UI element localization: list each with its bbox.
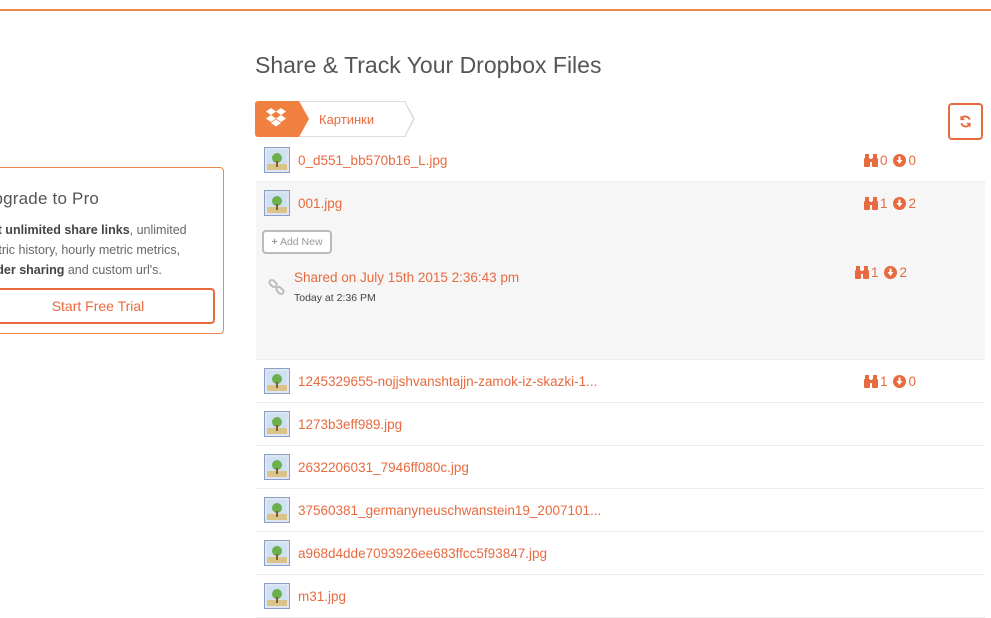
refresh-button[interactable] xyxy=(948,103,983,140)
breadcrumb-item-current[interactable]: Картинки xyxy=(297,101,406,137)
download-icon xyxy=(893,154,907,167)
image-file-icon xyxy=(264,454,290,480)
share-link-stats: 12 xyxy=(854,265,913,281)
binoculars-icon xyxy=(863,154,878,167)
file-row[interactable]: 2632206031_7946ff080c.jpg xyxy=(256,446,985,489)
image-file-icon xyxy=(264,190,290,216)
file-name-link[interactable]: 2632206031_7946ff080c.jpg xyxy=(298,446,469,489)
add-new-share-button[interactable]: + Add New xyxy=(262,230,332,254)
download-count: 0 xyxy=(908,153,916,168)
share-link-title[interactable]: Shared on July 15th 2015 2:36:43 pm xyxy=(294,270,519,285)
download-count: 2 xyxy=(908,196,916,211)
image-file-icon xyxy=(264,497,290,523)
breadcrumb-current-label: Картинки xyxy=(319,112,375,127)
start-free-trial-button[interactable]: Start Free Trial xyxy=(0,288,215,324)
binoculars-icon xyxy=(863,197,878,210)
file-name-link[interactable]: 001.jpg xyxy=(298,182,342,225)
image-file-icon xyxy=(264,147,290,173)
file-row[interactable]: a968d4dde7093926ee683ffcc5f93847.jpg xyxy=(256,532,985,575)
link-icon xyxy=(268,278,285,296)
breadcrumb-separator-inner xyxy=(404,102,413,136)
view-count: 1 xyxy=(879,196,888,211)
share-links-panel: + Add New Shared on July 15th 2015 2:36:… xyxy=(256,225,985,360)
file-stats: 10 xyxy=(863,360,922,403)
upgrade-feature-share-links: Get unlimited share links xyxy=(0,223,130,237)
view-count: 0 xyxy=(879,153,888,168)
download-count: 2 xyxy=(899,265,907,280)
top-bar xyxy=(0,0,991,11)
view-count: 1 xyxy=(879,374,888,389)
file-list: 0_d551_bb570b16_L.jpg 00 001.jpg 12 + Ad… xyxy=(256,139,985,618)
file-name-link[interactable]: 37560381_germanyneuschwanstein19_2007101… xyxy=(298,489,601,532)
file-name-link[interactable]: a968d4dde7093926ee683ffcc5f93847.jpg xyxy=(298,532,547,575)
file-name-link[interactable]: 1273b3eff989.jpg xyxy=(298,403,402,446)
file-row[interactable]: m31.jpg xyxy=(256,575,985,618)
file-row[interactable]: 1245329655-nojjshvanshtajjn-zamok-iz-ska… xyxy=(256,360,985,403)
binoculars-icon xyxy=(854,266,869,279)
file-stats: 12 xyxy=(863,182,922,225)
binoculars-icon xyxy=(863,375,878,388)
upgrade-feature-folder-sharing: folder sharing xyxy=(0,263,65,277)
image-file-icon xyxy=(264,368,290,394)
image-file-icon xyxy=(264,411,290,437)
refresh-icon xyxy=(960,115,971,128)
download-count: 0 xyxy=(908,374,916,389)
download-icon xyxy=(884,266,898,279)
download-icon xyxy=(893,197,907,210)
upgrade-card: Upgrade to Pro Get unlimited share links… xyxy=(0,167,224,334)
file-row[interactable]: 0_d551_bb570b16_L.jpg 00 xyxy=(256,139,985,182)
page-title: Share & Track Your Dropbox Files xyxy=(255,52,602,78)
file-name-link[interactable]: m31.jpg xyxy=(298,575,346,618)
share-link-time: Today at 2:36 PM xyxy=(294,292,376,304)
plus-icon: + xyxy=(271,236,278,248)
file-name-link[interactable]: 1245329655-nojjshvanshtajjn-zamok-iz-ska… xyxy=(298,360,597,403)
file-stats: 00 xyxy=(863,139,922,182)
dropbox-icon xyxy=(266,108,286,127)
image-file-icon xyxy=(264,583,290,609)
file-row[interactable]: 1273b3eff989.jpg xyxy=(256,403,985,446)
file-row-expanded[interactable]: 001.jpg 12 xyxy=(256,182,985,225)
upgrade-description: Get unlimited share links, unlimited met… xyxy=(0,220,221,280)
view-count: 1 xyxy=(870,265,879,280)
file-row[interactable]: 37560381_germanyneuschwanstein19_2007101… xyxy=(256,489,985,532)
breadcrumb-home-arrow xyxy=(299,101,309,137)
upgrade-title: Upgrade to Pro xyxy=(0,189,100,208)
breadcrumb-home[interactable] xyxy=(255,101,299,137)
image-file-icon xyxy=(264,540,290,566)
file-name-link[interactable]: 0_d551_bb570b16_L.jpg xyxy=(298,139,447,182)
download-icon xyxy=(893,375,907,388)
